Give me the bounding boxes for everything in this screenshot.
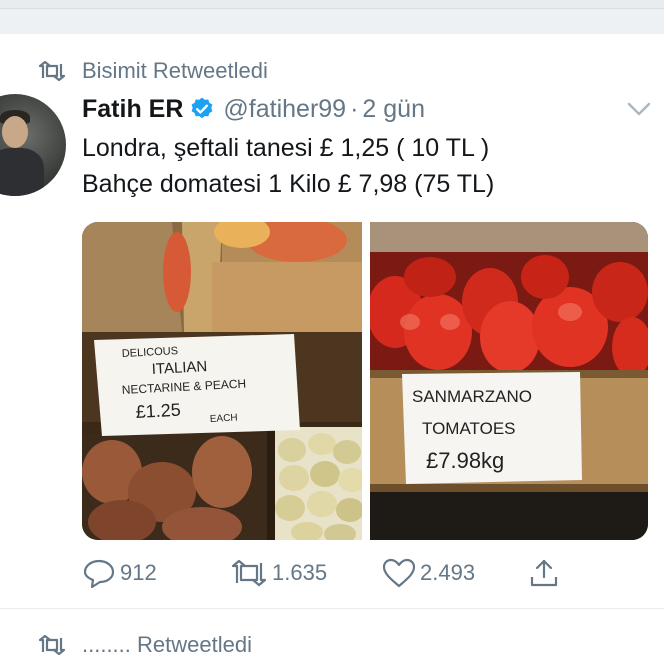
tweet[interactable]: Bisimit Retweetledi Fatih ER @fatiher99 … (0, 34, 664, 610)
media-photo-tomatoes[interactable]: SANMARZANO TOMATOES £7.98kg (370, 222, 648, 540)
retweet-icon (38, 635, 66, 655)
share-button[interactable] (528, 556, 564, 590)
sign-text: SANMARZANO (412, 387, 532, 406)
tweet-header: Fatih ER @fatiher99 · 2 gün (82, 94, 425, 124)
author-name[interactable]: Fatih ER (82, 95, 183, 124)
sign-text: EACH (210, 413, 238, 425)
retweet-context-label: Bisimit Retweetledi (82, 58, 268, 83)
reply-button[interactable]: 912 (82, 556, 157, 590)
tweet-media[interactable]: DELICOUS ITALIAN NECTARINE & PEACH £1.25… (82, 222, 648, 540)
verified-badge-icon (189, 96, 215, 122)
retweet-icon (231, 559, 267, 587)
sign-text: ITALIAN (151, 358, 207, 378)
next-retweet-label: ........ Retweetledi (82, 632, 252, 657)
tweet-text-line: Londra, şeftali tanesi £ 1,25 ( 10 TL ) (82, 134, 490, 162)
chevron-down-icon[interactable] (626, 100, 652, 118)
share-icon (530, 559, 558, 587)
top-separator-strip (0, 0, 664, 35)
retweet-icon (38, 61, 66, 81)
heart-icon (382, 558, 416, 588)
tweet-divider (0, 608, 664, 609)
retweet-context: Bisimit Retweetledi (38, 58, 268, 84)
tweet-actions: 912 1.635 2.493 (82, 556, 642, 590)
retweet-count: 1.635 (272, 560, 328, 585)
reply-count: 912 (120, 560, 157, 585)
author-handle[interactable]: @fatiher99 (223, 95, 346, 124)
sign-price: £1.25 (135, 400, 181, 422)
top-separator-inner (0, 8, 664, 35)
tweet-timestamp[interactable]: 2 gün (362, 95, 425, 124)
header-separator: · (350, 94, 359, 123)
tweet-text: Londra, şeftali tanesi £ 1,25 ( 10 TL ) … (82, 130, 652, 202)
avatar-photo (0, 94, 66, 196)
tweet-text-line: Bahçe domatesi 1 Kilo £ 7,98 (75 TL) (82, 170, 495, 198)
media-photo-peaches[interactable]: DELICOUS ITALIAN NECTARINE & PEACH £1.25… (82, 222, 362, 540)
sign-price: £7.98kg (426, 448, 504, 473)
like-count: 2.493 (420, 560, 476, 585)
retweet-button[interactable]: 1.635 (230, 556, 327, 590)
next-retweet-context: ........ Retweetledi (38, 632, 252, 658)
reply-icon (83, 559, 115, 588)
like-button[interactable]: 2.493 (382, 556, 475, 590)
avatar[interactable] (0, 94, 68, 200)
sign-text: TOMATOES (422, 419, 516, 438)
